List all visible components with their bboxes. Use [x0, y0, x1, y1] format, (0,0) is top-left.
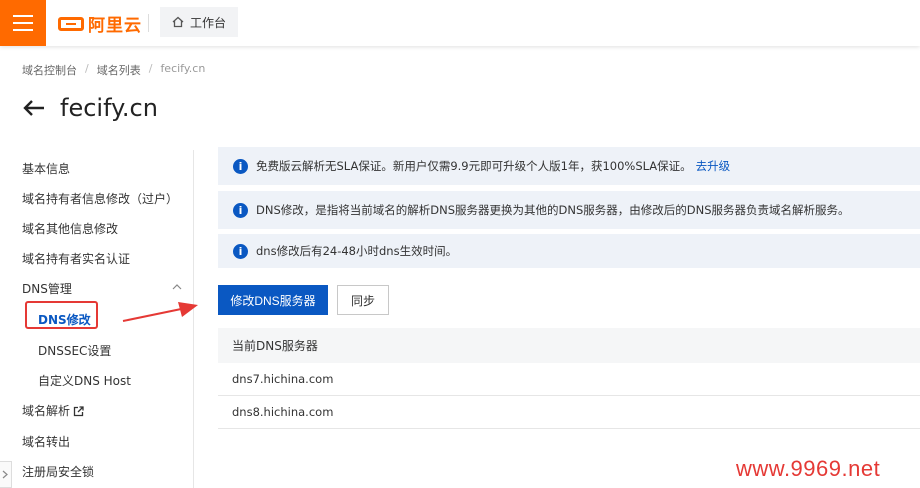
chevron-up-icon[interactable]: [172, 283, 182, 291]
notice-text: dns修改后有24-48小时dns生效时间。: [256, 244, 458, 258]
info-icon: i: [233, 158, 248, 174]
breadcrumb-current: fecify.cn: [160, 62, 206, 75]
aliyun-logo-icon: [58, 16, 84, 31]
sidebar-item-owner-change[interactable]: 域名持有者信息修改（过户）: [22, 190, 178, 207]
sidebar-item-transfer-out[interactable]: 域名转出: [22, 433, 70, 450]
notice-text: 免费版云解析无SLA保证。新用户仅需9.9元即可升级个人版1年，获100%SLA…: [256, 159, 692, 173]
info-icon: i: [233, 243, 248, 259]
breadcrumb-separator: /: [148, 62, 153, 75]
back-arrow-icon[interactable]: [22, 99, 46, 117]
sidebar-item-dns-modify[interactable]: DNS修改: [38, 311, 91, 328]
sidebar-item-basic-info[interactable]: 基本信息: [22, 160, 70, 177]
sync-button[interactable]: 同步: [337, 285, 389, 315]
sidebar-item-other-info[interactable]: 域名其他信息修改: [22, 220, 118, 237]
table-row: dns7.hichina.com: [218, 363, 920, 396]
aliyun-logo[interactable]: 阿里云: [58, 11, 142, 36]
upgrade-link[interactable]: 去升级: [696, 158, 731, 174]
notice-text: DNS修改，是指将当前域名的解析DNS服务器更换为其他的DNS服务器，由修改后的…: [256, 203, 850, 217]
home-icon: [172, 16, 184, 28]
breadcrumb-separator: /: [85, 62, 89, 75]
sidebar-item-custom-dns-host[interactable]: 自定义DNS Host: [38, 372, 131, 389]
header-divider: [148, 14, 149, 32]
modify-dns-server-button[interactable]: 修改DNS服务器: [218, 285, 328, 315]
menu-icon[interactable]: [0, 0, 46, 46]
sidebar-collapse-toggle[interactable]: [0, 461, 12, 488]
sidebar-item-dns-resolve[interactable]: 域名解析: [22, 402, 84, 419]
table-row: dns8.hichina.com: [218, 396, 920, 429]
top-bar: 阿里云 工作台: [0, 0, 920, 46]
workbench-button[interactable]: 工作台: [160, 7, 239, 37]
sidebar-item-registry-lock[interactable]: 注册局安全锁: [22, 463, 94, 480]
sidebar-item-real-name[interactable]: 域名持有者实名认证: [22, 250, 130, 267]
brand-name: 阿里云: [88, 16, 142, 36]
external-link-icon: [73, 406, 84, 417]
sidebar-item-dns-management[interactable]: DNS管理: [22, 280, 72, 297]
info-icon: i: [233, 202, 248, 218]
page-title: fecify.cn: [60, 94, 158, 122]
breadcrumb-domain-console[interactable]: 域名控制台: [22, 62, 77, 78]
workbench-label: 工作台: [190, 15, 227, 30]
title-row: fecify.cn: [22, 94, 158, 122]
sidebar-item-dnssec[interactable]: DNSSEC设置: [38, 342, 111, 359]
breadcrumb-domain-list[interactable]: 域名列表: [97, 62, 141, 78]
notice-effective-time: i dns修改后有24-48小时dns生效时间。: [218, 234, 920, 268]
watermark: www.9969.net: [736, 456, 881, 481]
sidebar-item-label: 域名解析: [22, 404, 71, 418]
notice-sla: i 免费版云解析无SLA保证。新用户仅需9.9元即可升级个人版1年，获100%S…: [218, 147, 920, 185]
annotation-arrow-icon: [122, 302, 198, 322]
table-header: 当前DNS服务器: [218, 328, 920, 363]
notice-dns-modify: i DNS修改，是指将当前域名的解析DNS服务器更换为其他的DNS服务器，由修改…: [218, 191, 920, 229]
chevron-right-icon: [2, 470, 8, 479]
breadcrumb: 域名控制台 / 域名列表 / fecify.cn: [22, 62, 205, 78]
